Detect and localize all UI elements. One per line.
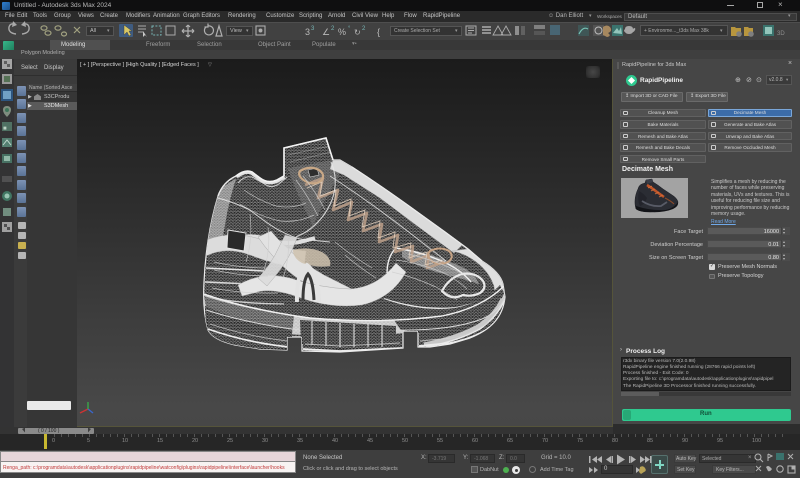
svg-text:%: %: [338, 27, 346, 37]
svg-text:■: ■: [3, 126, 7, 132]
svg-text:2: 2: [331, 26, 335, 32]
svg-text:↻: ↻: [354, 28, 361, 37]
svg-text:3D: 3D: [777, 31, 785, 37]
svg-text:3: 3: [305, 27, 310, 37]
svg-text:°: °: [348, 26, 351, 32]
svg-text:∠: ∠: [322, 27, 330, 37]
svg-text:3: 3: [311, 26, 315, 32]
svg-text:2: 2: [362, 26, 366, 32]
svg-text:{: {: [377, 27, 380, 37]
